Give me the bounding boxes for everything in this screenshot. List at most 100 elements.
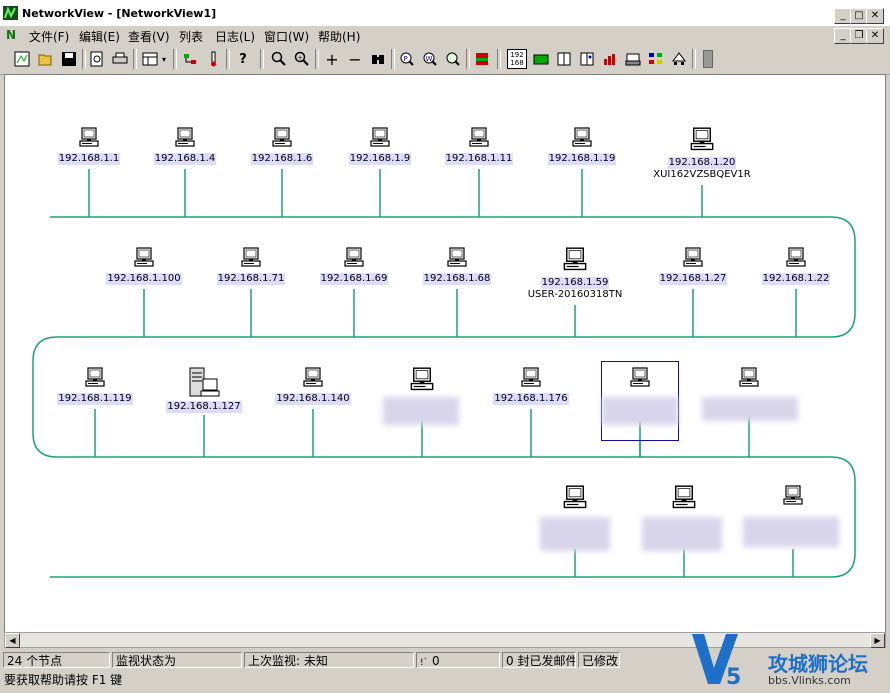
network-node[interactable] bbox=[654, 485, 714, 514]
watermark: 5 攻城狮论坛 bbs.Vlinks.com bbox=[690, 628, 890, 693]
scroll-left-button[interactable]: ◀ bbox=[5, 633, 20, 648]
ip-label-icon[interactable]: 192 168 bbox=[507, 49, 527, 69]
web-icon[interactable]: W bbox=[420, 49, 440, 69]
ping-icon[interactable]: P bbox=[397, 49, 417, 69]
status-counter-value: 0 bbox=[431, 654, 440, 668]
redacted-label bbox=[540, 517, 610, 551]
network-node[interactable]: 192.168.1.19 bbox=[522, 127, 642, 165]
network-node[interactable] bbox=[689, 367, 809, 391]
zoom-fit-icon[interactable]: + bbox=[292, 49, 312, 69]
redacted-label bbox=[383, 397, 459, 425]
network-canvas[interactable]: 192.168.1.1 192.168.1.4 192.168.1.6 192.168… bbox=[4, 74, 886, 634]
network-node[interactable] bbox=[763, 485, 823, 510]
svg-text:P: P bbox=[404, 55, 408, 63]
menu-edit[interactable]: 编辑(E) bbox=[79, 28, 120, 45]
menu-help[interactable]: 帮助(H) bbox=[318, 28, 360, 45]
toolbar: ▾ ? + + − P W 192 168 bbox=[0, 44, 890, 75]
zoom-in-icon[interactable] bbox=[269, 49, 289, 69]
window-title: NetworkView - [NetworkView1] bbox=[22, 7, 217, 20]
watermark-brand: 攻城狮论坛 bbox=[768, 652, 868, 676]
open-icon[interactable] bbox=[36, 49, 56, 69]
node-ip-label: 192.168.1.19 bbox=[547, 153, 617, 165]
printer-icon[interactable] bbox=[623, 49, 643, 69]
network-node[interactable]: 192.168.1.69 bbox=[294, 247, 414, 285]
lookup-icon[interactable] bbox=[443, 49, 463, 69]
menu-window[interactable]: 窗口(W) bbox=[264, 28, 309, 45]
group-icon[interactable] bbox=[646, 49, 666, 69]
computer-icon bbox=[241, 247, 261, 267]
new-icon[interactable] bbox=[12, 49, 32, 69]
svg-text:+: + bbox=[298, 55, 303, 62]
tree-icon[interactable] bbox=[669, 49, 689, 69]
doc-icon: N bbox=[6, 28, 17, 42]
node-ip-label: 192.168.1.69 bbox=[319, 273, 389, 285]
node-ip-label: 192.168.1.4 bbox=[153, 153, 217, 165]
node-host-label: XUI162VZSBQEV1R bbox=[653, 169, 751, 180]
redacted-label bbox=[743, 517, 839, 547]
computer-icon bbox=[563, 485, 587, 509]
chart-icon[interactable] bbox=[600, 49, 620, 69]
network-node[interactable]: 192.168.1.71 bbox=[191, 247, 311, 285]
computer-icon bbox=[572, 127, 592, 147]
computer-icon bbox=[563, 247, 587, 271]
network-node[interactable] bbox=[362, 367, 482, 395]
menu-view[interactable]: 查看(V) bbox=[128, 28, 170, 45]
thermometer-icon[interactable] bbox=[203, 49, 223, 69]
card-icon[interactable] bbox=[531, 49, 551, 69]
network-node[interactable]: 192.168.1.127 bbox=[144, 367, 264, 413]
node-ip-label: 192.168.1.9 bbox=[348, 153, 412, 165]
dropdown-icon[interactable]: ▾ bbox=[158, 49, 170, 69]
node-ip-label: 192.168.1.20 bbox=[667, 157, 737, 169]
print-icon[interactable] bbox=[110, 49, 130, 69]
watermark-logo-icon: 5 bbox=[692, 634, 741, 690]
gray-icon[interactable] bbox=[698, 49, 718, 69]
network-node[interactable]: 192.168.1.100 bbox=[84, 247, 204, 285]
add-icon[interactable]: + bbox=[322, 49, 342, 69]
node-ip-label: 192.168.1.11 bbox=[444, 153, 514, 165]
network-node[interactable]: 192.168.1.68 bbox=[397, 247, 517, 285]
book-icon[interactable] bbox=[554, 49, 574, 69]
node-ip-label: 192.168.1.140 bbox=[275, 393, 351, 405]
network-node[interactable]: 192.168.1.22 bbox=[736, 247, 856, 285]
node-ip-label: 192.168.1.6 bbox=[250, 153, 314, 165]
network-node[interactable]: 192.168.1.176 bbox=[471, 367, 591, 405]
status-monitor-state: 监视状态为 bbox=[112, 652, 242, 668]
network-node[interactable]: 192.168.1.59 USER-20160318TN bbox=[515, 247, 635, 300]
menu-file[interactable]: 文件(F) bbox=[29, 28, 69, 45]
connect-icon[interactable] bbox=[180, 49, 200, 69]
computer-icon bbox=[783, 485, 803, 505]
network-node[interactable]: 192.168.1.27 bbox=[633, 247, 753, 285]
network-node[interactable]: 192.168.1.140 bbox=[253, 367, 373, 405]
menu-bar: N 文件(F) 编辑(E) 查看(V) 列表 日志(L) 窗口(W) 帮助(H)… bbox=[0, 26, 890, 44]
snmp-icon[interactable] bbox=[472, 49, 492, 69]
view-grid-icon[interactable] bbox=[140, 49, 160, 69]
menu-log[interactable]: 日志(L) bbox=[215, 28, 255, 45]
status-nodes: 24 个节点 bbox=[3, 652, 110, 668]
help-icon[interactable]: ? bbox=[233, 49, 253, 69]
menu-list[interactable]: 列表 bbox=[179, 28, 203, 45]
computer-icon bbox=[469, 127, 489, 147]
network-node[interactable] bbox=[545, 485, 605, 514]
status-hint: 要获取帮助请按 F1 键 bbox=[4, 673, 123, 687]
network-node[interactable]: 192.168.1.20 XUI162VZSBQEV1R bbox=[642, 127, 762, 180]
save-icon[interactable] bbox=[59, 49, 79, 69]
node-ip-label: 192.168.1.119 bbox=[57, 393, 133, 405]
network-node[interactable]: 192.168.1.11 bbox=[419, 127, 539, 165]
book2-icon[interactable] bbox=[577, 49, 597, 69]
network-node[interactable]: 192.168.1.119 bbox=[35, 367, 155, 405]
app-icon bbox=[3, 6, 18, 20]
node-ip-label: 192.168.1.100 bbox=[106, 273, 182, 285]
doc-close-button[interactable]: ✕ bbox=[866, 28, 884, 44]
redacted-label bbox=[702, 397, 798, 421]
computer-icon bbox=[739, 367, 759, 387]
close-button[interactable]: ✕ bbox=[866, 8, 884, 24]
preview-icon[interactable] bbox=[87, 49, 107, 69]
status-counter: !` 0 bbox=[416, 652, 500, 668]
remove-icon[interactable]: − bbox=[345, 49, 365, 69]
svg-text:5: 5 bbox=[726, 665, 741, 690]
title-bar: NetworkView - [NetworkView1] _ □ ✕ bbox=[0, 0, 890, 27]
status-modified: 已修改 bbox=[578, 652, 620, 668]
node-ip-label: 192.168.1.68 bbox=[422, 273, 492, 285]
find-icon[interactable] bbox=[368, 49, 388, 69]
computer-icon bbox=[79, 127, 99, 147]
